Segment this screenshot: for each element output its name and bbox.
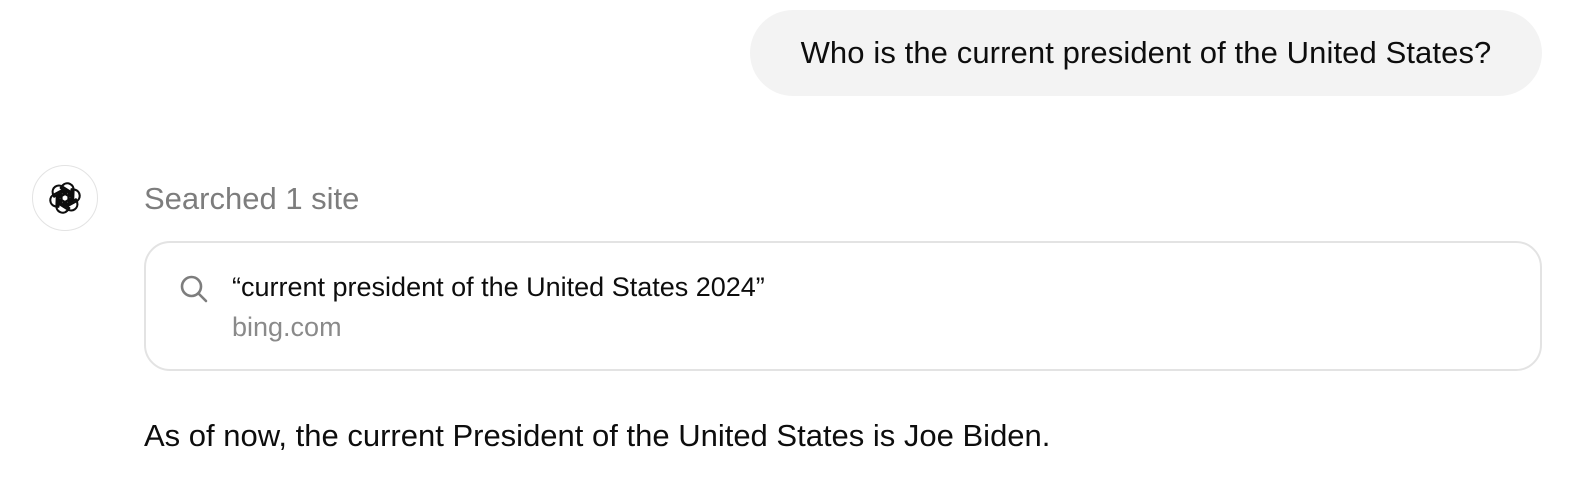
chat-conversation: Who is the current president of the Unit… [0,0,1596,488]
search-query-text: “current president of the United States … [232,272,765,302]
search-status-toggle[interactable]: Searched 1 site [144,180,359,218]
assistant-answer-text: As of now, the current President of the … [144,418,1051,453]
user-message-text: Who is the current president of the Unit… [800,35,1492,70]
user-message-bubble: Who is the current president of the Unit… [750,10,1542,96]
search-icon [180,275,208,303]
assistant-avatar [32,165,98,231]
search-source-link[interactable]: bing.com [232,310,342,344]
search-result-card[interactable]: “current president of the United States … [144,241,1542,371]
openai-logo-icon [49,182,81,214]
